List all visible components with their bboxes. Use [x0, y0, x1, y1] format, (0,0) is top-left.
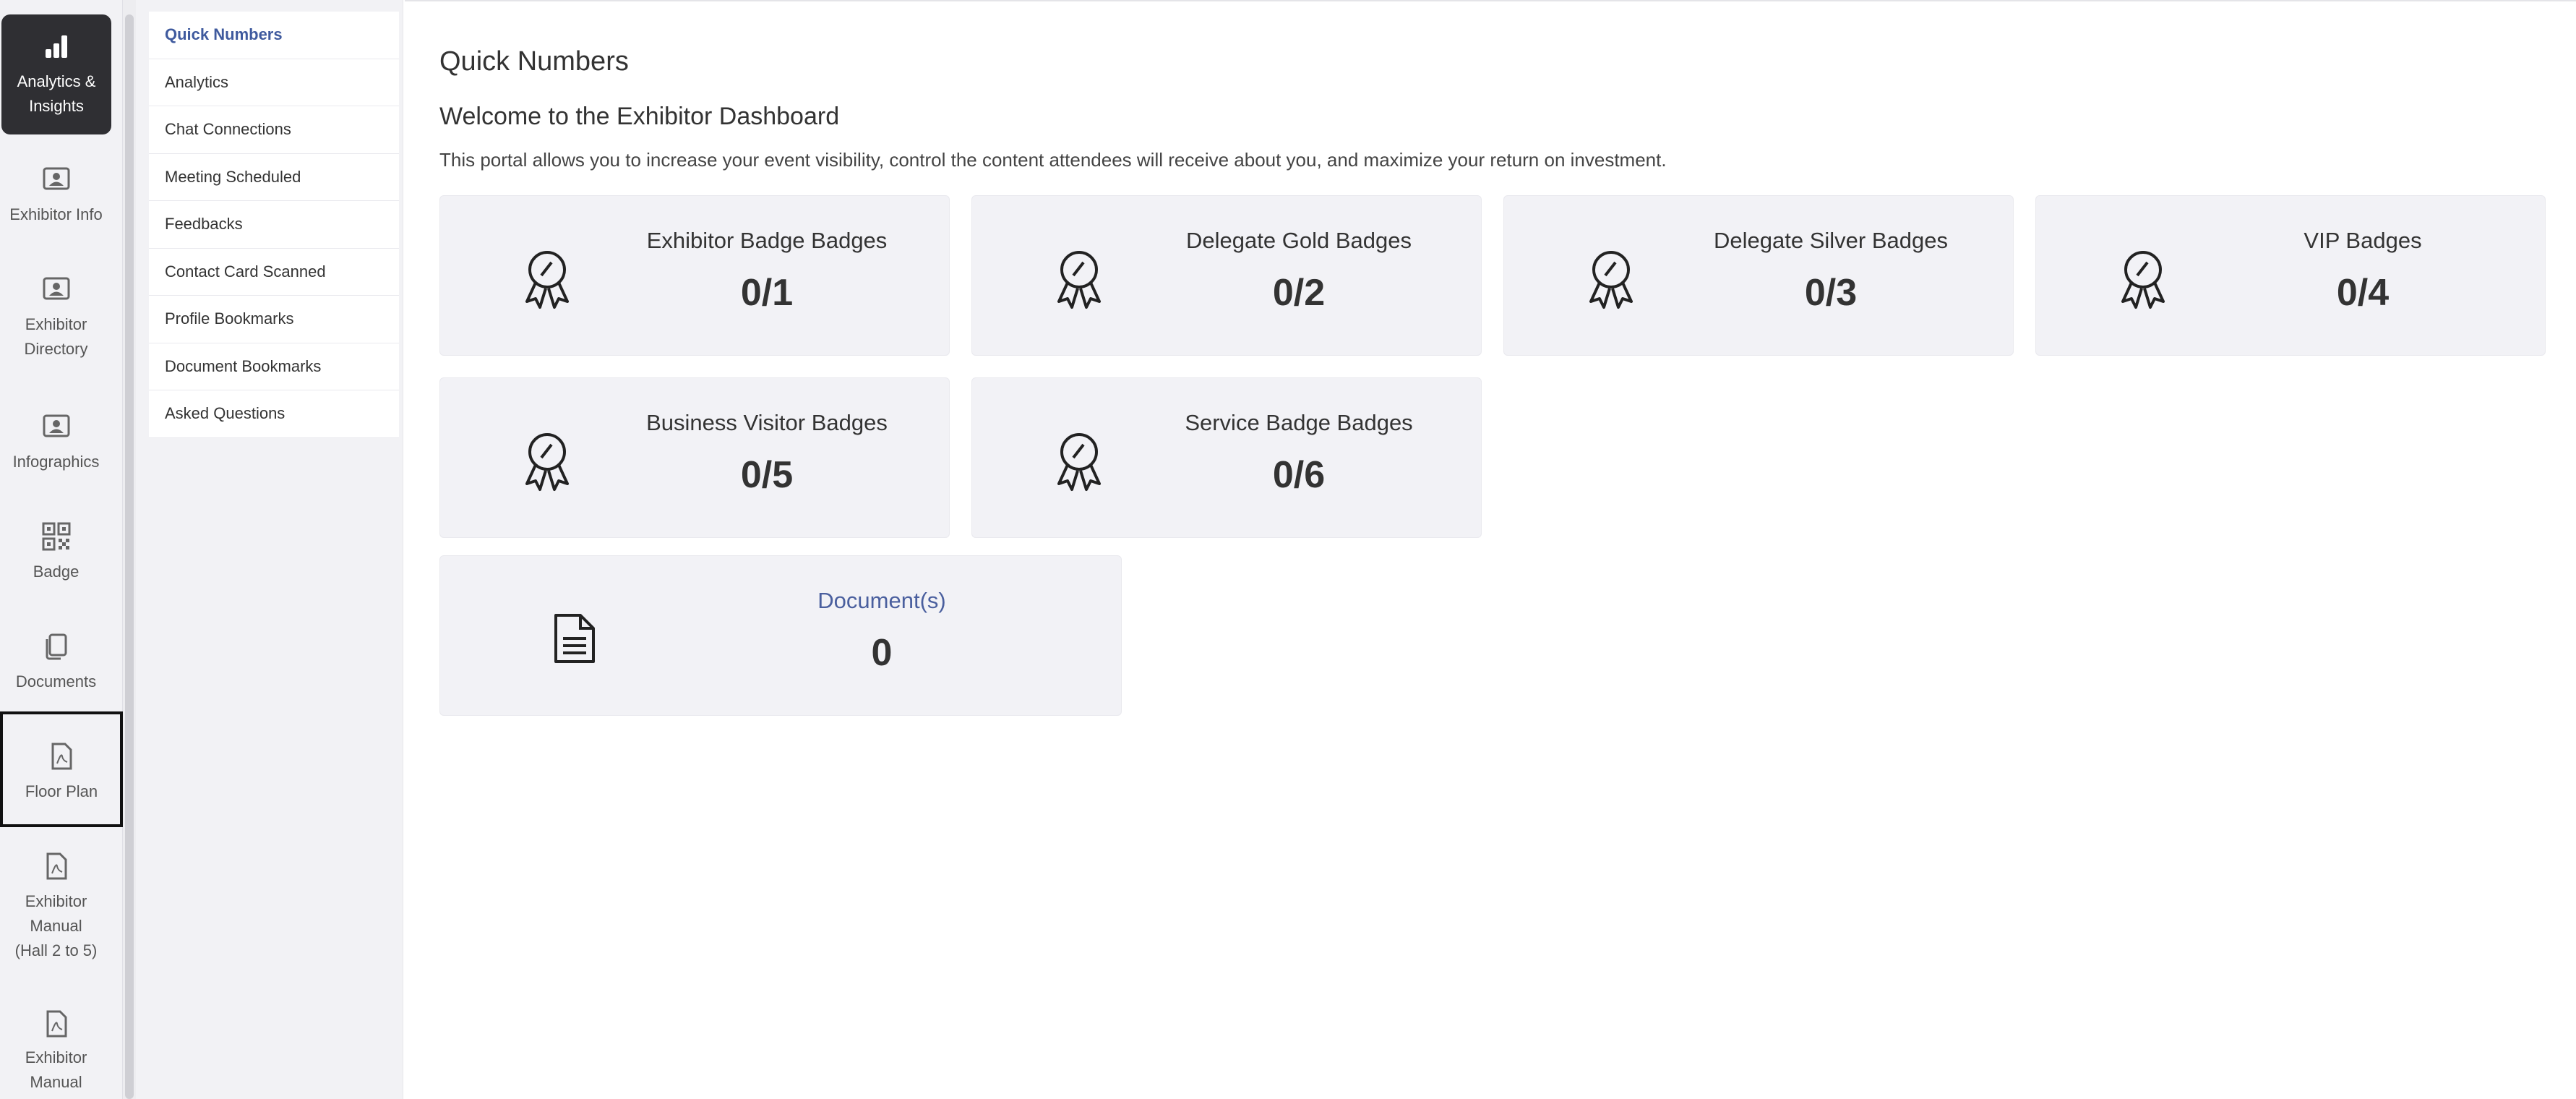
stat-card-business-visitor: Business Visitor Badges 0/5 — [439, 377, 950, 538]
stat-card-exhibitor-badge: Exhibitor Badge Badges 0/1 — [439, 195, 950, 356]
page-title: Quick Numbers — [439, 46, 629, 77]
stat-card-label: Delegate Gold Badges — [1186, 228, 1412, 253]
stat-card-value: 0/6 — [1272, 454, 1326, 496]
id-card-icon — [40, 411, 72, 442]
rail-item-label: Exhibitor Manual (Hall 2 to 5) — [14, 892, 98, 959]
pdf-file-icon — [40, 850, 72, 882]
stat-card-label: Exhibitor Badge Badges — [646, 228, 888, 253]
submenu-item-profile-bookmarks[interactable]: Profile Bookmarks — [149, 296, 399, 343]
stat-card-delegate-silver: Delegate Silver Badges 0/3 — [1503, 195, 2014, 356]
stat-card-value: 0/5 — [740, 454, 794, 496]
submenu-item-chat-connections[interactable]: Chat Connections — [149, 106, 399, 154]
submenu-item-meeting-scheduled[interactable]: Meeting Scheduled — [149, 154, 399, 201]
submenu-item-document-bookmarks[interactable]: Document Bookmarks — [149, 343, 399, 390]
stat-card-label: Delegate Silver Badges — [1714, 228, 1948, 253]
welcome-heading: Welcome to the Exhibitor Dashboard — [439, 103, 840, 130]
submenu-item-contact-card-scanned[interactable]: Contact Card Scanned — [149, 249, 399, 296]
submenu-item-feedbacks[interactable]: Feedbacks — [149, 201, 399, 249]
stat-card-label[interactable]: Document(s) — [541, 588, 1222, 614]
rail-item-exhibitor-info[interactable]: Exhibitor Info — [0, 163, 112, 257]
qr-code-icon — [40, 521, 72, 552]
copy-icon — [40, 630, 72, 662]
submenu-item-analytics[interactable]: Analytics — [149, 59, 399, 106]
rail-item-exhibitor-manual-hall[interactable]: Exhibitor Manual (Hall — [0, 1009, 112, 1099]
welcome-description: This portal allows you to increase your … — [439, 149, 1667, 171]
rail-scrollbar-thumb[interactable] — [125, 14, 134, 1099]
stat-card-documents[interactable]: Document(s) 0 — [439, 555, 1122, 716]
stat-card-value: 0/2 — [1272, 272, 1326, 314]
stat-card-vip: VIP Badges 0/4 — [2035, 195, 2546, 356]
bar-chart-icon — [40, 30, 72, 62]
submenu-item-asked-questions[interactable]: Asked Questions — [149, 390, 399, 438]
stat-card-delegate-gold: Delegate Gold Badges 0/2 — [971, 195, 1482, 356]
stat-card-value: 0/4 — [2336, 272, 2390, 314]
submenu-list: Quick Numbers Analytics Chat Connections… — [149, 12, 399, 438]
rail-item-label: Exhibitor Directory — [24, 315, 88, 358]
main-content: Quick Numbers Welcome to the Exhibitor D… — [405, 0, 2576, 1099]
stat-card-label: Service Badge Badges — [1185, 410, 1413, 435]
pdf-file-icon — [40, 1009, 72, 1038]
id-card-icon — [40, 163, 72, 195]
rail-scrollbar[interactable] — [123, 0, 136, 1099]
rail-item-badge[interactable]: Badge — [0, 521, 112, 607]
rail-item-label: Documents — [15, 672, 97, 690]
rail-item-label: Infographics — [12, 453, 100, 471]
rail-item-exhibitor-directory[interactable]: Exhibitor Directory — [0, 273, 112, 375]
stat-card-value: 0 — [871, 632, 893, 674]
submenu-panel: Quick Numbers Analytics Chat Connections… — [136, 0, 403, 1099]
stat-card-service-badge: Service Badge Badges 0/6 — [971, 377, 1482, 538]
left-rail: Analytics & Insights Exhibitor Info Exhi… — [0, 0, 123, 1099]
rail-item-exhibitor-manual-hall-2-5[interactable]: Exhibitor Manual (Hall 2 to 5) — [0, 850, 112, 980]
app-root: Analytics & Insights Exhibitor Info Exhi… — [0, 0, 2576, 1099]
stat-card-label: Business Visitor Badges — [646, 410, 888, 435]
stat-card-value: 0/3 — [1804, 272, 1858, 314]
rail-item-label: Analytics & Insights — [17, 72, 96, 115]
rail-item-label: Exhibitor Info — [9, 205, 103, 223]
rail-item-floor-plan[interactable]: Floor Plan — [0, 711, 123, 827]
rail-item-label: Floor Plan — [25, 782, 98, 800]
stat-card-label: VIP Badges — [2304, 228, 2422, 253]
rail-item-label: Exhibitor Manual (Hall — [25, 1048, 87, 1099]
rail-item-analytics-insights[interactable]: Analytics & Insights — [1, 14, 111, 134]
stat-card-value: 0/1 — [740, 272, 794, 314]
rail-item-label: Badge — [33, 563, 80, 581]
pdf-file-icon — [46, 740, 77, 772]
id-card-icon — [40, 273, 72, 305]
rail-item-documents[interactable]: Documents — [0, 630, 112, 717]
submenu-item-quick-numbers[interactable]: Quick Numbers — [149, 12, 399, 59]
rail-item-infographics[interactable]: Infographics — [0, 411, 112, 497]
